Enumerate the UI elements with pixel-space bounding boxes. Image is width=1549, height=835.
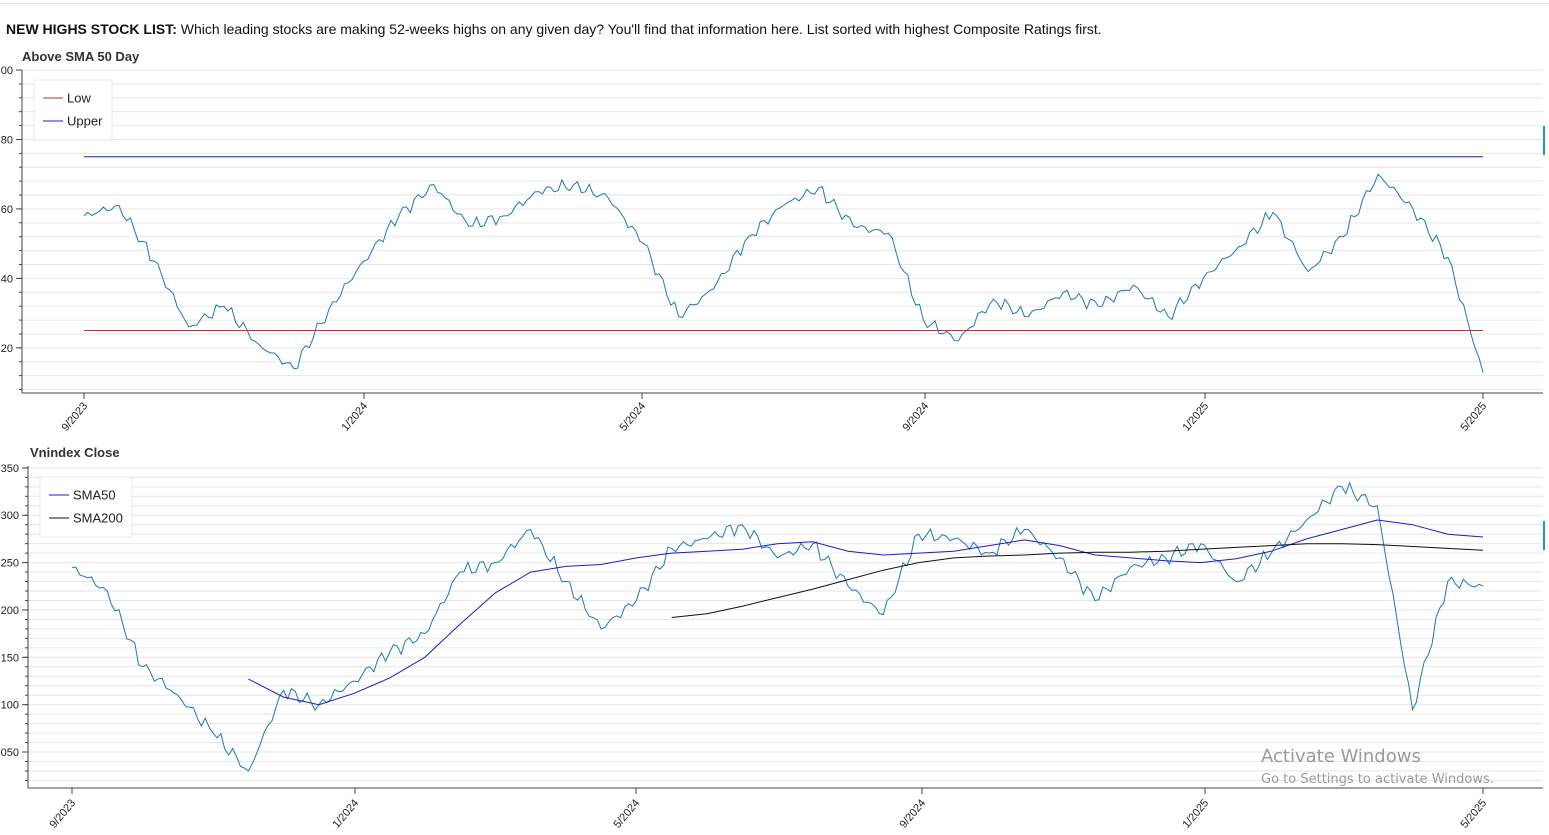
y-tick-label: 250	[1, 558, 19, 570]
y-tick-label: 200	[1, 605, 19, 617]
x-tick-label: 1/2025	[1180, 797, 1211, 830]
activate-windows-subtitle: Go to Settings to activate Windows.	[1261, 772, 1494, 787]
y-tick-label: 100	[1, 700, 19, 712]
legend: SMA50 SMA200	[39, 476, 133, 538]
x-tick-label: 5/2024	[611, 797, 642, 830]
series-line-main	[71, 481, 1484, 772]
x-tick-label: 5/2025	[1458, 797, 1489, 830]
series-line-sma50	[248, 519, 1484, 706]
x-tick-label: 1/2024	[330, 797, 361, 830]
y-tick-label: 300	[1, 510, 19, 522]
scroll-indicator-bottom	[1543, 521, 1545, 550]
grid-lines	[28, 467, 1543, 781]
y-tick-label: 050	[1, 747, 19, 759]
x-tick-label: 9/2023	[47, 797, 78, 830]
legend-label: SMA50	[73, 488, 116, 503]
y-tick-label: 350	[1, 463, 19, 475]
y-tick-label: 150	[1, 652, 19, 664]
activate-windows-title: Activate Windows	[1261, 746, 1421, 767]
x-tick-label: 9/2024	[897, 797, 928, 830]
scroll-indicator-top	[1543, 126, 1545, 155]
legend-box	[39, 476, 133, 538]
vnindex-close-chart: 350 300 250 200 150 100 050 9/2023 1/2024 5/2024 9…	[1, 463, 1543, 831]
legend-label: SMA200	[73, 511, 123, 526]
